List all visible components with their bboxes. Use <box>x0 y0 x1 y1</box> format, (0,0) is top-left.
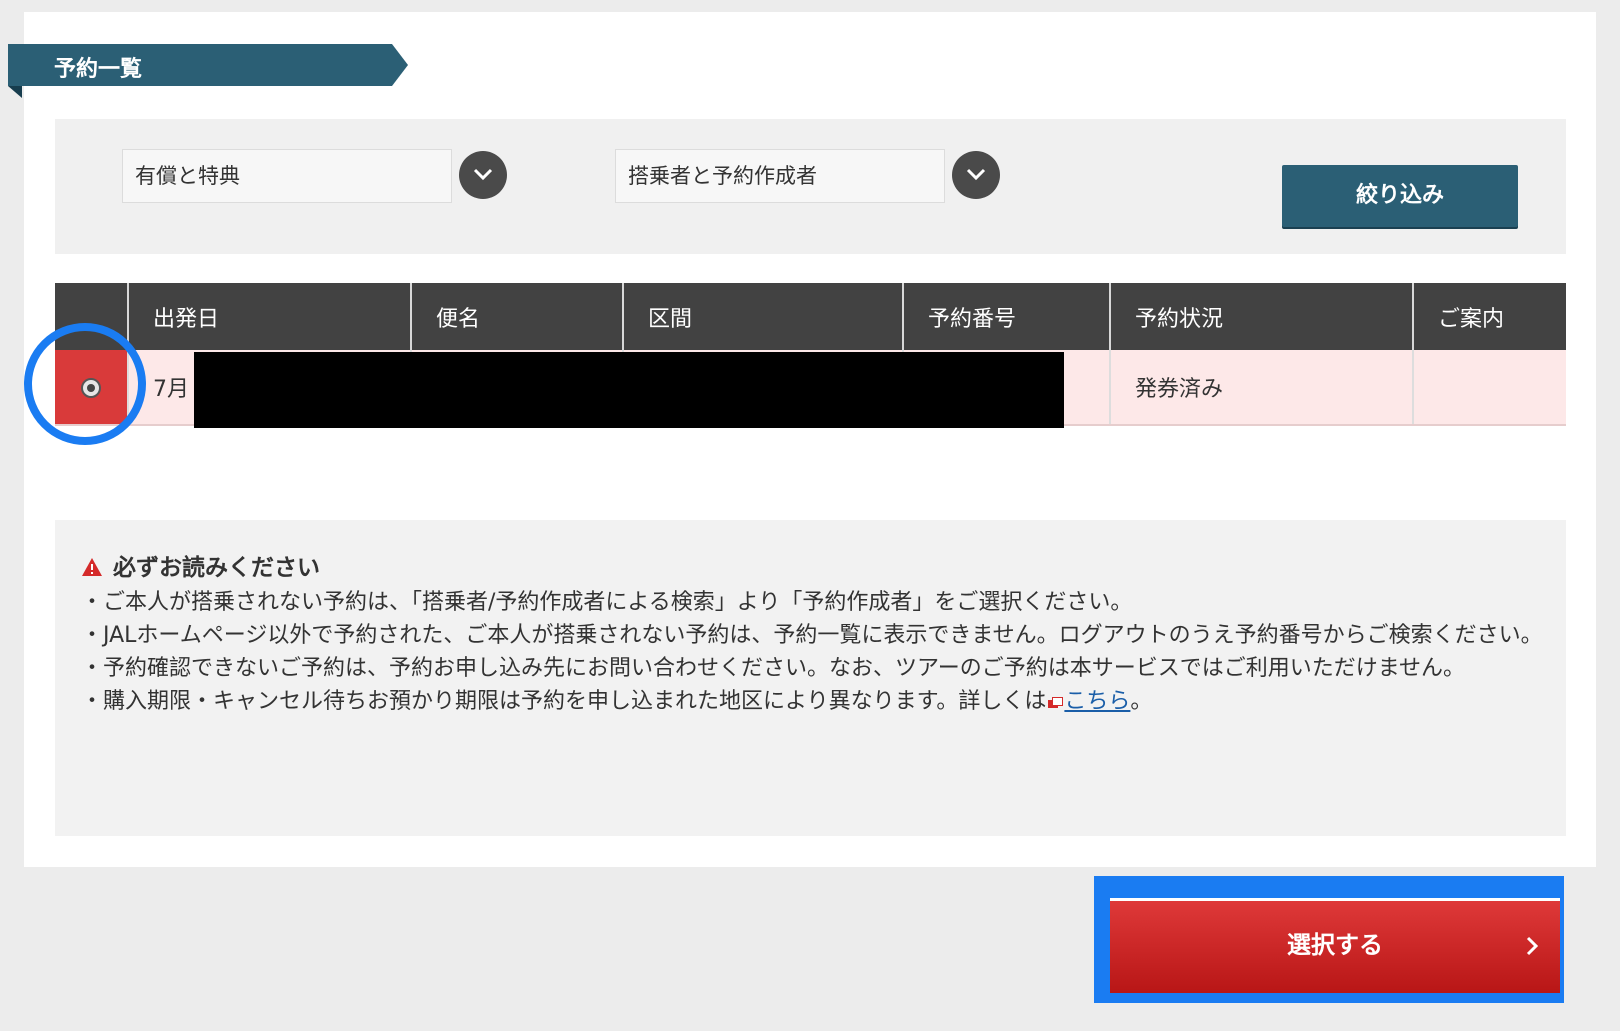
notice-item: 購入期限・キャンセル待ちお預かり期限は予約を申し込まれた地区により異なります。詳… <box>81 685 1561 718</box>
redaction-block <box>194 352 1064 428</box>
cell-info <box>1413 350 1566 426</box>
external-link-icon <box>1048 697 1064 709</box>
cell-status: 発券済み <box>1110 350 1414 426</box>
notice-item-text: 購入期限・キャンセル待ちお預かり期限は予約を申し込まれた地区により異なります。詳… <box>103 689 1047 714</box>
notice-item: ご本人が搭乗されない予約は、「搭乗者/予約作成者による検索」より「予約作成者」を… <box>81 586 1561 619</box>
select-button-label: 選択する <box>1287 931 1383 959</box>
notice-item-suffix: 。 <box>1130 689 1153 714</box>
section-title: 予約一覧 <box>54 57 143 82</box>
person-type-select[interactable]: 搭乗者と予約作成者 <box>615 149 945 203</box>
chevron-right-icon <box>1526 936 1538 956</box>
chevron-down-icon[interactable] <box>952 151 1000 199</box>
column-header-info: ご案内 <box>1413 283 1566 350</box>
column-header-booking-number: 予約番号 <box>903 283 1111 350</box>
chevron-down-icon[interactable] <box>459 151 507 199</box>
filter-button[interactable]: 絞り込み <box>1282 165 1518 227</box>
details-link[interactable]: こちら <box>1064 689 1130 714</box>
table-header-row: 出発日 便名 区間 予約番号 予約状況 ご案内 <box>55 283 1566 350</box>
notice-item: JALホームページ以外で予約された、ご本人が搭乗されない予約は、予約一覧に表示で… <box>81 619 1561 652</box>
notice-item: 予約確認できないご予約は、予約お申し込み先にお問い合わせください。なお、ツアーの… <box>81 652 1561 685</box>
highlight-circle <box>24 323 146 445</box>
person-type-value: 搭乗者と予約作成者 <box>628 164 817 188</box>
banner-tail <box>8 86 22 98</box>
notice-list: ご本人が搭乗されない予約は、「搭乗者/予約作成者による検索」より「予約作成者」を… <box>81 586 1561 718</box>
notice-heading-text: 必ずお読みください <box>113 555 320 581</box>
notice-heading: 必ずお読みください <box>81 548 320 583</box>
notice-box: 必ずお読みください ご本人が搭乗されない予約は、「搭乗者/予約作成者による検索」… <box>55 520 1566 836</box>
column-header-flight: 便名 <box>411 283 624 350</box>
column-header-date: 出発日 <box>128 283 412 350</box>
warning-icon <box>81 557 103 583</box>
section-title-banner: 予約一覧 <box>8 44 408 86</box>
ticket-type-value: 有償と特典 <box>135 164 240 188</box>
select-button[interactable]: 選択する <box>1110 898 1560 993</box>
column-header-status: 予約状況 <box>1110 283 1414 350</box>
column-header-route: 区間 <box>623 283 904 350</box>
ticket-type-select[interactable]: 有償と特典 <box>122 149 452 203</box>
